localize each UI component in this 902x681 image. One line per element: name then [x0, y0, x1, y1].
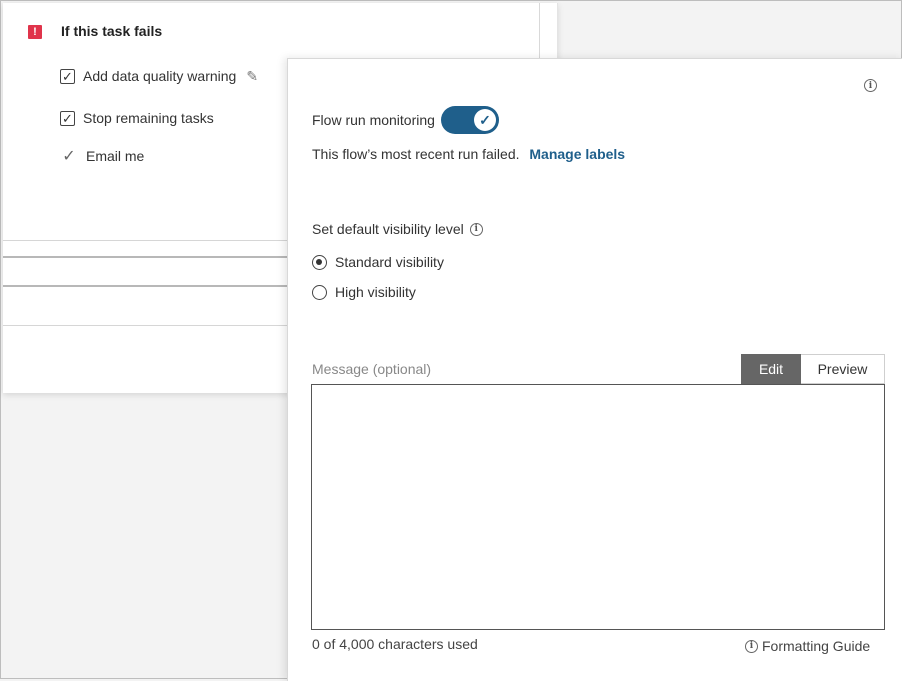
option-add-warning[interactable]: ✓ Add data quality warning ✎ — [60, 66, 258, 86]
info-icon[interactable]: i — [864, 79, 877, 92]
high-radio[interactable] — [312, 284, 327, 300]
email-check-icon[interactable]: ✓ — [60, 146, 78, 166]
tab-edit[interactable]: Edit — [741, 354, 801, 384]
stop-tasks-checkbox[interactable]: ✓ — [60, 110, 75, 126]
message-textarea[interactable] — [311, 384, 885, 630]
toggle-check-icon: ✓ — [473, 109, 496, 131]
monitoring-popup: i Flow run monitoring ✓ This flow’s most… — [287, 58, 902, 681]
app-frame: ! If this task fails ✓ Add data quality … — [0, 0, 902, 681]
tab-preview[interactable]: Preview — [801, 354, 885, 384]
monitoring-toggle[interactable]: ✓ — [440, 106, 499, 134]
standard-radio[interactable] — [312, 254, 327, 270]
add-warning-checkbox[interactable]: ✓ — [60, 68, 75, 84]
radio-high-visibility[interactable]: High visibility — [312, 284, 416, 300]
option-stop-tasks[interactable]: ✓ Stop remaining tasks — [60, 108, 214, 128]
visibility-label: Set default visibility level — [312, 221, 464, 237]
email-me-label: Email me — [86, 148, 145, 164]
manage-labels-link[interactable]: Manage labels — [529, 146, 625, 162]
formatting-guide-link[interactable]: i Formatting Guide — [745, 638, 870, 654]
message-label: Message (optional) — [312, 361, 432, 377]
radio-standard-visibility[interactable]: Standard visibility — [312, 254, 444, 270]
high-visibility-label: High visibility — [335, 284, 416, 300]
formatting-info-icon: i — [745, 639, 758, 653]
formatting-guide-label: Formatting Guide — [762, 638, 871, 654]
status-text: This flow’s most recent run failed. — [312, 146, 520, 162]
visibility-info-icon[interactable]: i — [469, 222, 483, 236]
visibility-heading: Set default visibility level i — [312, 221, 483, 237]
run-status: This flow’s most recent run failed. Mana… — [312, 146, 625, 162]
character-counter: 0 of 4,000 characters used — [312, 636, 478, 652]
monitoring-label: Flow run monitoring — [312, 112, 435, 128]
add-warning-label: Add data quality warning — [83, 68, 237, 84]
fail-alert-icon: ! — [28, 25, 42, 39]
row-divider — [3, 325, 293, 326]
option-email-me[interactable]: ✓ Email me — [60, 146, 144, 166]
row-divider — [3, 256, 293, 258]
editor-tabs: Edit Preview — [741, 354, 885, 384]
task-fail-heading: If this task fails — [61, 23, 163, 39]
stop-tasks-label: Stop remaining tasks — [83, 110, 214, 126]
pencil-edit-icon[interactable]: ✎ — [246, 68, 258, 85]
row-divider — [3, 285, 293, 287]
standard-visibility-label: Standard visibility — [335, 254, 444, 270]
monitoring-row: Flow run monitoring ✓ — [312, 106, 499, 134]
